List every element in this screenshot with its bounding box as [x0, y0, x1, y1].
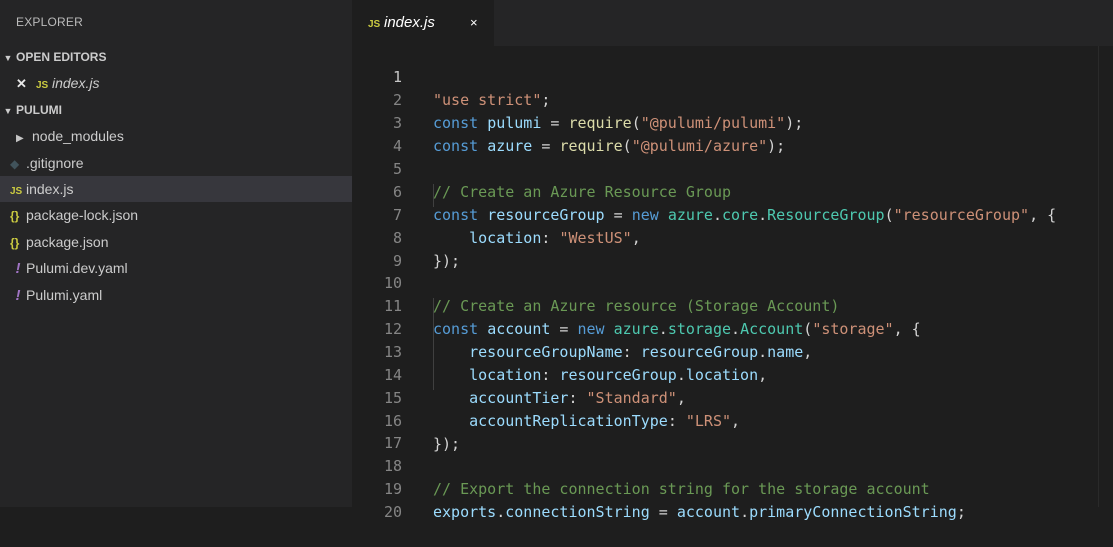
- tree-item-label: package-lock.json: [26, 207, 139, 223]
- code-line-17: 17: [352, 409, 1113, 452]
- tree-item-label: .gitignore: [26, 155, 84, 171]
- code-line-19: 19 exports.connectionString = account.pr…: [352, 455, 1113, 521]
- tree-item-package-lock-json[interactable]: {} package-lock.json: [0, 202, 352, 228]
- code-line-9: 9: [352, 227, 1113, 270]
- code-line-10: 10 // Create an Azure resource (Storage …: [352, 249, 1113, 315]
- code-line-1: 1 "use strict";: [352, 43, 1113, 109]
- code-token: connectionString: [505, 503, 650, 521]
- code-line-15: 15 accountReplicationType: "LRS",: [352, 364, 1113, 430]
- code-editor[interactable]: 1 "use strict"; 2 const pulumi = require…: [352, 43, 1113, 521]
- explorer-sidebar: EXPLORER ▼ OPEN EDITORS ✕ JS index.js ▼ PULU…: [0, 0, 352, 507]
- code-token: account: [676, 503, 741, 521]
- code-line-13: 13 location: resourceGroup.location,: [352, 318, 1113, 384]
- json-file-icon: {}: [10, 209, 20, 223]
- pulumi-folder-label: PULUMI: [16, 103, 62, 117]
- code-token: .: [740, 503, 750, 521]
- git-icon: ◆: [10, 157, 20, 171]
- yaml-file-icon: !: [15, 260, 21, 277]
- code-line-20: 20: [352, 478, 1113, 521]
- code-token: .: [496, 503, 506, 521]
- code-token: primaryConnectionString: [749, 503, 957, 521]
- chevron-right-icon: ▶: [16, 133, 24, 144]
- code-line-8: 8 });: [352, 204, 1113, 270]
- code-line-18: 18 // Export the connection string for t…: [352, 432, 1113, 498]
- chevron-down-icon: ▼: [3, 106, 13, 116]
- close-icon[interactable]: ✕: [16, 71, 36, 97]
- tree-item-node-modules[interactable]: ▶ node_modules: [0, 123, 352, 149]
- tree-item-label: index.js: [26, 181, 74, 197]
- code-token: =: [649, 503, 677, 521]
- tree-item-gitignore[interactable]: ◆ .gitignore: [0, 150, 352, 176]
- code-line-14: 14 accountTier: "Standard",: [352, 341, 1113, 407]
- open-editor-label: index.js: [52, 75, 100, 91]
- code-line-5: 5 // Create an Azure Resource Group: [352, 135, 1113, 201]
- code-token: ;: [956, 503, 966, 521]
- code-token: exports: [433, 503, 497, 521]
- tree-item-package-json[interactable]: {} package.json: [0, 229, 352, 255]
- code-line-12: 12 resourceGroupName: resourceGroup.name…: [352, 295, 1113, 361]
- vscode-window: EXPLORER ▼ OPEN EDITORS ✕ JS index.js ▼ PULU…: [0, 0, 1113, 521]
- tree-item-pulumi-yaml[interactable]: ! Pulumi.yaml: [0, 282, 352, 308]
- open-editor-item-index-js[interactable]: ✕ JS index.js: [0, 70, 352, 96]
- close-icon[interactable]: ×: [470, 0, 478, 46]
- explorer-title: EXPLORER: [16, 15, 83, 29]
- tree-item-label: Pulumi.dev.yaml: [26, 260, 128, 276]
- code-line-6: 6 const resourceGroup = new azure.core.R…: [352, 158, 1113, 224]
- json-file-icon: {}: [10, 236, 20, 250]
- yaml-file-icon: !: [15, 287, 21, 304]
- code-line-16: 16 });: [352, 387, 1113, 453]
- code-line-11: 11 const account = new azure.storage.Acc…: [352, 272, 1113, 338]
- tree-item-label: Pulumi.yaml: [26, 287, 103, 303]
- code-line-2: 2 const pulumi = require("@pulumi/pulumi…: [352, 66, 1113, 132]
- code-line-4: 4: [352, 112, 1113, 155]
- tree-item-index-js[interactable]: JS index.js: [0, 176, 352, 202]
- editor-tab-bar: JS index.js ×: [352, 0, 1113, 46]
- code-line-7: 7 location: "WestUS",: [352, 181, 1113, 247]
- pulumi-folder-header[interactable]: ▼ PULUMI: [0, 99, 352, 121]
- tab-label: index.js: [384, 14, 435, 31]
- open-editors-label: OPEN EDITORS: [16, 50, 107, 64]
- js-file-icon: JS: [36, 80, 49, 91]
- code-line-3: 3 const azure = require("@pulumi/azure")…: [352, 89, 1113, 155]
- tree-item-label: package.json: [26, 234, 109, 250]
- open-editors-header[interactable]: ▼ OPEN EDITORS: [0, 46, 352, 68]
- vertical-scrollbar[interactable]: [1098, 46, 1113, 507]
- tab-index-js[interactable]: JS index.js ×: [352, 0, 494, 46]
- tree-item-label: node_modules: [32, 128, 124, 144]
- js-file-icon: JS: [368, 19, 381, 30]
- chevron-down-icon: ▼: [3, 53, 13, 63]
- line-number: 20: [383, 503, 402, 521]
- tree-item-pulumi-dev-yaml[interactable]: ! Pulumi.dev.yaml: [0, 255, 352, 281]
